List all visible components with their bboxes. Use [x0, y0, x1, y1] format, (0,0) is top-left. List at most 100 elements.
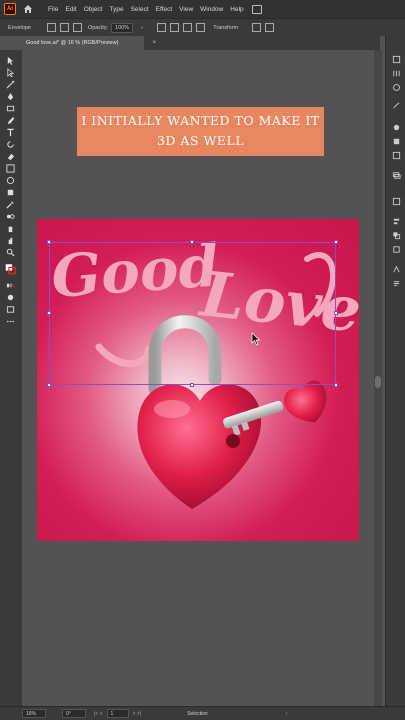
isolate-icon[interactable] — [252, 23, 262, 32]
caption-banner: I INITIALLY WANTED TO MAKE IT 3D AS WELL — [77, 107, 324, 156]
pathfinder-panel-icon[interactable] — [391, 230, 401, 240]
illustrator-window: Ai File Edit Object Type Select Effect V… — [0, 0, 405, 720]
menu-select[interactable]: Select — [131, 6, 149, 13]
vertical-scrollbar[interactable] — [374, 50, 382, 706]
opacity-label: Opacity: — [87, 24, 109, 31]
fill-stroke-swatch-icon[interactable] — [5, 262, 16, 276]
menu-type[interactable]: Type — [109, 6, 123, 13]
edit-contents-icon[interactable] — [59, 23, 69, 32]
pen-tool-icon[interactable] — [5, 91, 16, 101]
handle-top-left[interactable] — [47, 240, 51, 244]
paintbrush-tool-icon[interactable] — [5, 115, 16, 125]
home-icon[interactable] — [22, 3, 34, 15]
menu-window[interactable]: Window — [200, 6, 223, 13]
scale-tool-icon[interactable] — [5, 163, 16, 173]
magic-wand-tool-icon[interactable] — [5, 79, 16, 89]
libraries-panel-icon[interactable] — [391, 68, 401, 78]
color-panel-icon[interactable] — [391, 82, 401, 92]
zoom-value: 16% — [26, 710, 37, 717]
rotate-tool-icon[interactable] — [5, 139, 16, 149]
right-panel-dock — [385, 36, 405, 706]
menu-bar: Ai File Edit Object Type Select Effect V… — [0, 0, 405, 18]
artboards-panel-icon[interactable] — [391, 196, 401, 206]
transform-link[interactable]: Transform — [213, 25, 238, 31]
align-left-icon[interactable] — [170, 23, 180, 32]
handle-bottom-right[interactable] — [334, 383, 338, 387]
handle-middle-left[interactable] — [47, 311, 51, 315]
zoom-field[interactable]: 16% — [22, 709, 46, 718]
draw-mode-icon[interactable] — [5, 292, 16, 302]
recolor-icon[interactable] — [157, 23, 167, 32]
envelope-label: Envelope — [8, 24, 31, 31]
envelope-options-icon[interactable] — [72, 23, 82, 32]
handle-bottom-left[interactable] — [47, 383, 51, 387]
menu-object[interactable]: Object — [84, 6, 103, 13]
caption-line-2: 3D AS WELL — [156, 133, 245, 148]
opacity-value: 100% — [115, 24, 130, 31]
handle-bottom-center[interactable] — [190, 383, 194, 387]
close-tab-icon[interactable]: × — [152, 40, 156, 46]
zoom-tool-icon[interactable] — [5, 247, 16, 257]
symbol-sprayer-tool-icon[interactable] — [5, 223, 16, 233]
transform-panel-icon[interactable] — [391, 244, 401, 254]
menu-file[interactable]: File — [48, 6, 58, 13]
artboard-number-value: 1 — [110, 710, 114, 717]
document-tab-title: Good love.ai* @ 16 % (RGB/Preview) — [26, 40, 119, 46]
rotation-field[interactable]: 0° — [62, 709, 86, 718]
edit-toolbar-icon[interactable] — [5, 316, 16, 326]
warp-tool-icon[interactable] — [5, 175, 16, 185]
opacity-field[interactable]: 100% — [111, 22, 134, 33]
menu-help[interactable]: Help — [230, 6, 243, 13]
mouse-cursor-icon — [251, 332, 261, 351]
tools-panel — [0, 50, 22, 706]
hand-tool-icon[interactable] — [5, 235, 16, 245]
eraser-tool-icon[interactable] — [5, 151, 16, 161]
direct-selection-tool-icon[interactable] — [5, 67, 16, 77]
rectangle-tool-icon[interactable] — [5, 103, 16, 113]
character-panel-icon[interactable] — [391, 264, 401, 274]
first-artboard-icon[interactable]: |< < — [94, 711, 103, 717]
free-transform-tool-icon[interactable] — [5, 187, 16, 197]
document-tab[interactable]: Good love.ai* @ 16 % (RGB/Preview) × — [22, 36, 156, 50]
screen-mode-icon[interactable] — [5, 304, 16, 314]
type-tool-icon[interactable] — [5, 127, 16, 137]
arrange-documents-icon[interactable] — [251, 4, 262, 14]
illustrator-logo-icon: Ai — [4, 3, 16, 15]
color-mode-icon[interactable] — [5, 280, 16, 290]
rotation-value: 0° — [66, 710, 71, 717]
opacity-arrow-icon[interactable]: › — [137, 23, 147, 33]
graphic-styles-panel-icon[interactable] — [391, 136, 401, 146]
status-bar: 16% 0° |< < 1 > >| Selection › — [0, 706, 405, 720]
menu-effect[interactable]: Effect — [156, 6, 173, 13]
align-panel-icon[interactable] — [391, 216, 401, 226]
appearance-panel-icon[interactable] — [391, 150, 401, 160]
status-arrow-icon[interactable]: › — [286, 711, 288, 717]
handle-top-center[interactable] — [190, 240, 194, 244]
heart-lock-body — [137, 384, 262, 509]
document-tab-bar: Good love.ai* @ 16 % (RGB/Preview) × — [22, 36, 380, 50]
control-bar: Envelope Opacity: 100% › Transform — [0, 18, 405, 36]
selection-tool-icon[interactable] — [5, 55, 16, 65]
caption-line-1: I INITIALLY WANTED TO MAKE IT — [81, 113, 320, 128]
brushes-panel-icon[interactable] — [391, 100, 401, 110]
align-right-icon[interactable] — [196, 23, 206, 32]
artboard-number-field[interactable]: 1 — [106, 709, 129, 718]
symbols-panel-icon[interactable] — [391, 122, 401, 132]
menu-edit[interactable]: Edit — [65, 6, 76, 13]
handle-top-right[interactable] — [334, 240, 338, 244]
handle-middle-right[interactable] — [334, 311, 338, 315]
layers-panel-icon[interactable] — [391, 170, 401, 180]
scrollbar-thumb[interactable] — [375, 376, 381, 388]
align-center-icon[interactable] — [183, 23, 193, 32]
next-artboard-icon[interactable]: > >| — [133, 711, 142, 717]
paragraph-panel-icon[interactable] — [391, 278, 401, 288]
properties-panel-icon[interactable] — [391, 54, 401, 64]
panel-menu-icon[interactable] — [265, 23, 275, 32]
selection-bounding-box[interactable] — [47, 240, 338, 387]
edit-envelope-icon[interactable] — [46, 23, 56, 32]
menu-view[interactable]: View — [179, 6, 193, 13]
eyedropper-tool-icon[interactable] — [5, 199, 16, 209]
keyhole — [226, 434, 240, 448]
blend-tool-icon[interactable] — [5, 211, 16, 221]
status-tool-label: Selection — [187, 710, 208, 717]
